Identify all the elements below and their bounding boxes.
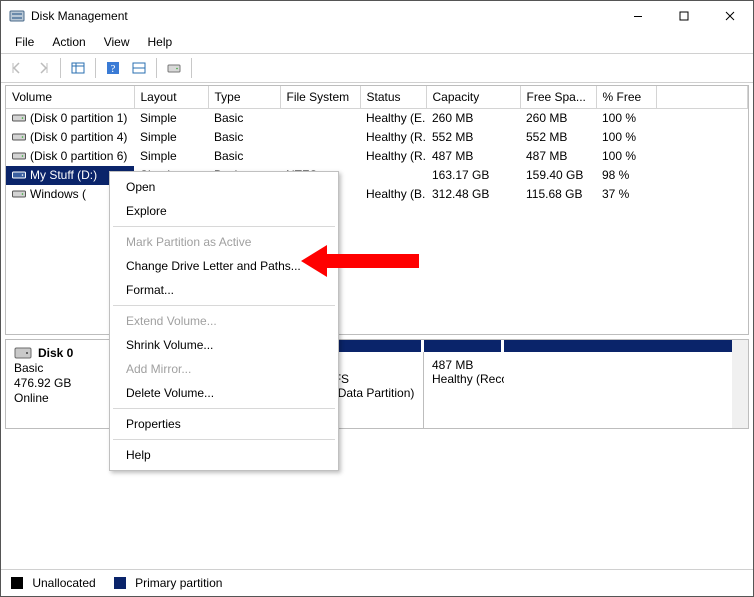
- menu-help[interactable]: Help: [140, 33, 181, 51]
- context-menu: OpenExplore Mark Partition as ActiveChang…: [109, 171, 339, 471]
- help-icon[interactable]: ?: [101, 57, 125, 79]
- context-menu-item: Extend Volume...: [112, 309, 336, 333]
- menu-separator: [113, 439, 335, 440]
- menubar: File Action View Help: [1, 31, 753, 53]
- context-menu-item[interactable]: Format...: [112, 278, 336, 302]
- context-menu-item[interactable]: Delete Volume...: [112, 381, 336, 405]
- toolbar-settings-icon[interactable]: [127, 57, 151, 79]
- menu-file[interactable]: File: [7, 33, 42, 51]
- disk-size: 476.92 GB: [14, 376, 105, 390]
- app-icon: [9, 8, 25, 24]
- disk-type: Basic: [14, 361, 105, 375]
- toolbar: ?: [1, 53, 753, 83]
- column-header[interactable]: Type: [208, 86, 280, 108]
- legend-unallocated: Unallocated: [11, 576, 96, 590]
- hdd-icon: [14, 346, 32, 360]
- column-header[interactable]: Volume: [6, 86, 134, 108]
- column-header[interactable]: % Free: [596, 86, 656, 108]
- legend-primary: Primary partition: [114, 576, 223, 590]
- legend: Unallocated Primary partition: [1, 569, 753, 596]
- window-title: Disk Management: [31, 9, 128, 23]
- minimize-button[interactable]: [615, 1, 661, 31]
- close-button[interactable]: [707, 1, 753, 31]
- column-header[interactable]: Status: [360, 86, 426, 108]
- titlebar: Disk Management: [1, 1, 753, 31]
- disk-label: Disk 0 Basic 476.92 GB Online: [6, 340, 114, 428]
- menu-view[interactable]: View: [96, 33, 138, 51]
- disk-status: Online: [14, 391, 105, 405]
- menu-separator: [113, 305, 335, 306]
- context-menu-item[interactable]: Shrink Volume...: [112, 333, 336, 357]
- context-menu-item[interactable]: Open: [112, 175, 336, 199]
- svg-text:?: ?: [111, 63, 116, 75]
- context-menu-item[interactable]: Help: [112, 443, 336, 467]
- column-header[interactable]: Free Spa...: [520, 86, 596, 108]
- column-header[interactable]: Capacity: [426, 86, 520, 108]
- disk-icon[interactable]: [162, 57, 186, 79]
- toolbar-view-icon[interactable]: [66, 57, 90, 79]
- scrollbar[interactable]: [732, 340, 748, 428]
- forward-button[interactable]: [31, 57, 55, 79]
- context-menu-item[interactable]: Properties: [112, 412, 336, 436]
- context-menu-item: Add Mirror...: [112, 357, 336, 381]
- table-row[interactable]: (Disk 0 partition 6)SimpleBasicHealthy (…: [6, 147, 748, 166]
- context-menu-item[interactable]: Explore: [112, 199, 336, 223]
- maximize-button[interactable]: [661, 1, 707, 31]
- column-header[interactable]: File System: [280, 86, 360, 108]
- table-row[interactable]: (Disk 0 partition 4)SimpleBasicHealthy (…: [6, 128, 748, 147]
- menu-separator: [113, 408, 335, 409]
- table-row[interactable]: (Disk 0 partition 1)SimpleBasicHealthy (…: [6, 108, 748, 128]
- menu-separator: [113, 226, 335, 227]
- disk-name: Disk 0: [38, 346, 73, 360]
- back-button[interactable]: [5, 57, 29, 79]
- menu-action[interactable]: Action: [44, 33, 93, 51]
- context-menu-item[interactable]: Change Drive Letter and Paths...: [112, 254, 336, 278]
- partition-cell[interactable]: 487 MBHealthy (Recov: [424, 352, 504, 428]
- context-menu-item: Mark Partition as Active: [112, 230, 336, 254]
- column-header[interactable]: Layout: [134, 86, 208, 108]
